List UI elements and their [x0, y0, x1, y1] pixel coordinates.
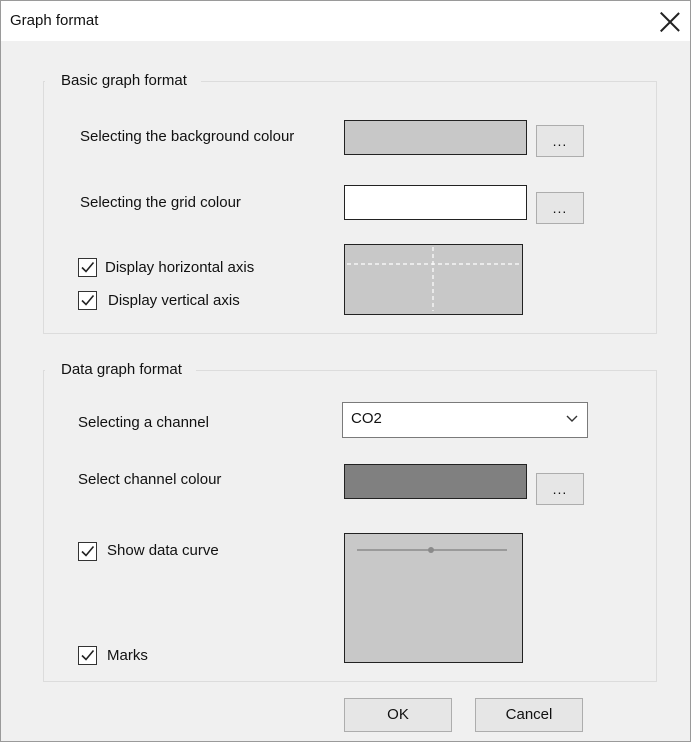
grid-colour-browse-button[interactable]: ... [536, 192, 584, 224]
channel-colour-label: Select channel colour [78, 471, 222, 488]
curve-preview [344, 533, 523, 663]
graph-format-dialog: Graph format Basic graph format Selectin… [0, 0, 691, 742]
checkmark-icon [81, 545, 95, 557]
title-bar: Graph format [1, 1, 690, 41]
vertical-axis-label: Display vertical axis [108, 292, 240, 309]
channel-colour-browse-button[interactable]: ... [536, 473, 584, 505]
background-colour-label: Selecting the background colour [80, 128, 295, 145]
vertical-axis-checkbox[interactable] [78, 291, 97, 310]
grid-colour-label: Selecting the grid colour [80, 194, 241, 211]
grid-colour-swatch[interactable] [344, 185, 527, 220]
show-data-curve-checkbox[interactable] [78, 542, 97, 561]
chevron-down-icon [566, 415, 578, 422]
window-title: Graph format [10, 12, 99, 29]
channel-label: Selecting a channel [78, 414, 209, 431]
basic-graph-format-legend: Basic graph format [45, 72, 201, 89]
channel-colour-swatch[interactable] [344, 464, 527, 499]
channel-select[interactable]: CO2 [342, 402, 588, 438]
checkmark-icon [81, 261, 95, 273]
channel-select-value: CO2 [351, 410, 382, 427]
close-icon[interactable] [659, 11, 681, 33]
marks-checkbox[interactable] [78, 646, 97, 665]
marks-label: Marks [107, 647, 148, 664]
horizontal-axis-label: Display horizontal axis [105, 259, 255, 276]
cancel-button[interactable]: Cancel [475, 698, 583, 732]
data-graph-format-legend: Data graph format [45, 361, 196, 378]
ok-button[interactable]: OK [344, 698, 452, 732]
checkmark-icon [81, 649, 95, 661]
grid-preview [344, 244, 523, 315]
horizontal-axis-checkbox[interactable] [78, 258, 97, 277]
background-colour-swatch[interactable] [344, 120, 527, 155]
checkmark-icon [81, 294, 95, 306]
background-colour-browse-button[interactable]: ... [536, 125, 584, 157]
show-data-curve-label: Show data curve [107, 542, 219, 559]
